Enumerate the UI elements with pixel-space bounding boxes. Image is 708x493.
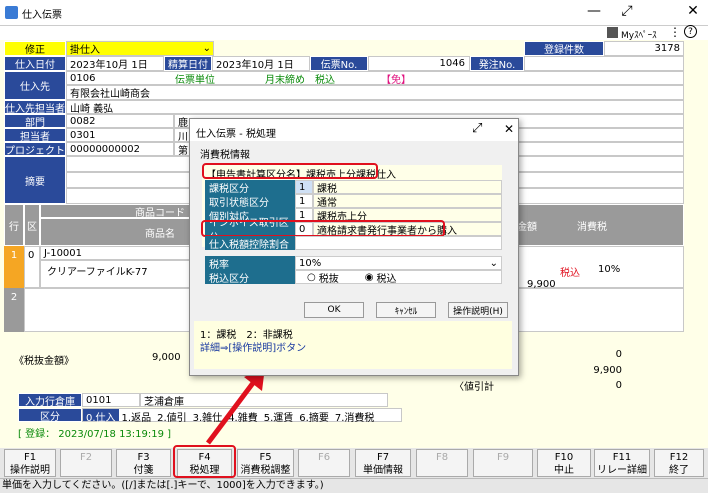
warehouse-code[interactable]: 0101 <box>82 393 140 407</box>
f9-button[interactable]: F9 <box>473 449 533 477</box>
toolbar <box>0 26 708 40</box>
supplier-label: 仕入先 <box>4 71 66 100</box>
row-2-no[interactable]: 2 <box>4 288 24 332</box>
slip-no-label: 伝票No. <box>310 56 368 71</box>
account-date-label: 精算日付 <box>164 56 212 71</box>
tax-kbn-text: 課税 <box>313 180 502 195</box>
f1-button[interactable]: F1 操作説明 <box>4 449 56 477</box>
kubun-item-2[interactable]: 2.値引 <box>154 409 190 424</box>
memo-label: 摘要 <box>4 156 66 204</box>
radio-incl-label[interactable]: 税込 <box>376 270 396 285</box>
row-1-no[interactable]: 1 <box>4 246 24 288</box>
account-date-input[interactable]: 2023年10月 1日 <box>212 56 310 71</box>
tax-kbn-label: 課税区分 <box>205 180 295 195</box>
kubun-item-7[interactable]: 7.消費税 <box>332 409 378 424</box>
f8-button[interactable]: F8 <box>416 449 468 477</box>
order-no-input[interactable] <box>524 56 684 71</box>
dept-code-input[interactable]: 0082 <box>66 114 174 128</box>
dialog-section-title: 消費税情報 <box>200 150 250 161</box>
contact-label: 仕入先担当者 <box>4 100 66 115</box>
minimize-icon[interactable]: — <box>584 3 604 19</box>
mode-select[interactable]: 掛仕入 ⌄ <box>66 41 214 56</box>
date-label: 仕入日付 <box>4 56 66 71</box>
kubun-item-1[interactable]: 1.返品 <box>119 409 155 424</box>
warehouse-label: 入力行倉庫 <box>18 393 82 408</box>
app-icon <box>5 6 18 19</box>
project-label: プロジェクト <box>4 142 66 157</box>
grid-col-row: 行 <box>4 204 24 246</box>
f4-highlight <box>173 445 236 478</box>
count-value: 3178 <box>604 41 684 56</box>
f6-button[interactable]: F6 <box>298 449 350 477</box>
invoice-highlight <box>201 220 445 237</box>
kubun-item-0[interactable]: 0.仕入 <box>83 409 119 424</box>
window-title: 仕入伝票 <box>22 10 62 21</box>
title-bar: 仕入伝票 — ⤢ ✕ <box>0 0 708 26</box>
supplier-name: 有限会社山崎商会 <box>66 85 684 100</box>
staff-code-input[interactable]: 0301 <box>66 128 174 142</box>
date-input[interactable]: 2023年10月 1日 <box>66 56 164 71</box>
f2-button[interactable]: F2 <box>60 449 112 477</box>
expand-icon[interactable]: ⤢ <box>617 3 637 19</box>
pretax-label: 《税抜金額》 <box>14 356 74 367</box>
radio-incl-icon[interactable]: ◉ <box>365 272 374 283</box>
f5-button[interactable]: F5 消費税調整 <box>237 449 294 477</box>
status-bar: 単価を入力してください。([/]または[.]キーで、1000]を入力できます。) <box>0 478 708 493</box>
count-label: 登録件数 <box>524 41 604 56</box>
trade-state-text: 通常 <box>313 194 502 209</box>
project-code-input[interactable]: 00000000002 <box>66 142 174 156</box>
help-icon[interactable]: ? <box>684 25 697 38</box>
sum-v3: 0 <box>615 380 622 391</box>
pretax-value: 9,000 <box>152 352 181 363</box>
f3-button[interactable]: F3 付箋 <box>116 449 171 477</box>
dialog-title: 仕入伝票 - 税処理 <box>196 129 276 140</box>
myspace-icon[interactable] <box>607 27 618 38</box>
close-icon[interactable]: ✕ <box>683 3 703 19</box>
deduction-ratio-label: 仕入税額控除割合 <box>205 236 295 251</box>
registered-timestamp: [ 登録： 2023/07/18 13:19:19 ] <box>18 429 172 440</box>
calc-method-highlight <box>202 163 378 179</box>
tax-incl-options: ○ 税抜 ◉ 税込 <box>295 270 502 285</box>
trade-state-code[interactable]: 1 <box>295 194 313 208</box>
kubun-item-6[interactable]: 6.摘要 <box>296 409 332 424</box>
dept-label: 部門 <box>4 114 66 129</box>
tax-kbn-code[interactable]: 1 <box>295 180 313 194</box>
more-icon[interactable]: ⋮ <box>669 25 681 39</box>
row-1-tax-type: 税込 <box>560 268 580 279</box>
cancel-button[interactable]: ｷｬﾝｾﾙ <box>376 302 436 318</box>
trade-state-label: 取引状態区分 <box>205 194 295 209</box>
kubun-label: 区分 <box>18 408 82 423</box>
tax-incl-label: 税込区分 <box>205 270 295 285</box>
pointer-arrow <box>206 367 265 445</box>
help-button[interactable]: 操作説明(H) <box>448 302 508 318</box>
radio-excl-label[interactable]: 税抜 <box>319 270 339 285</box>
radio-excl-icon[interactable]: ○ <box>307 272 316 283</box>
ok-button[interactable]: OK <box>304 302 364 318</box>
f12-button[interactable]: F12 終了 <box>654 449 704 477</box>
supplier-code-row[interactable]: 0106 伝票単位 月末締め 税込 【免】 <box>66 71 684 85</box>
dialog-close-icon[interactable]: ✕ <box>504 122 514 136</box>
dialog-expand-icon[interactable]: ⤢ <box>472 121 482 136</box>
staff-label: 担当者 <box>4 128 66 143</box>
slip-no-input[interactable]: 1046 <box>368 56 470 71</box>
tax-rate-select[interactable]: 10% ⌄ <box>295 256 502 270</box>
mode-label: 修正 <box>4 41 66 56</box>
f7-button[interactable]: F7 単価情報 <box>355 449 411 477</box>
grid-col-kbn: 区 <box>24 204 40 246</box>
deduction-ratio-input[interactable] <box>295 236 502 250</box>
f11-button[interactable]: F11 リレー詳細 <box>594 449 650 477</box>
hint-line-2: 詳細⇒[操作説明]ボタン <box>200 343 307 354</box>
row-1-kbn[interactable]: 0 <box>24 246 40 288</box>
row-1-tax-rate: 10% <box>598 264 621 275</box>
tax-rate-label: 税率 <box>205 256 295 271</box>
f10-button[interactable]: F10 中止 <box>537 449 591 477</box>
order-no-label: 発注No. <box>470 56 524 71</box>
contact-input[interactable]: 山崎 義弘 <box>66 100 684 114</box>
